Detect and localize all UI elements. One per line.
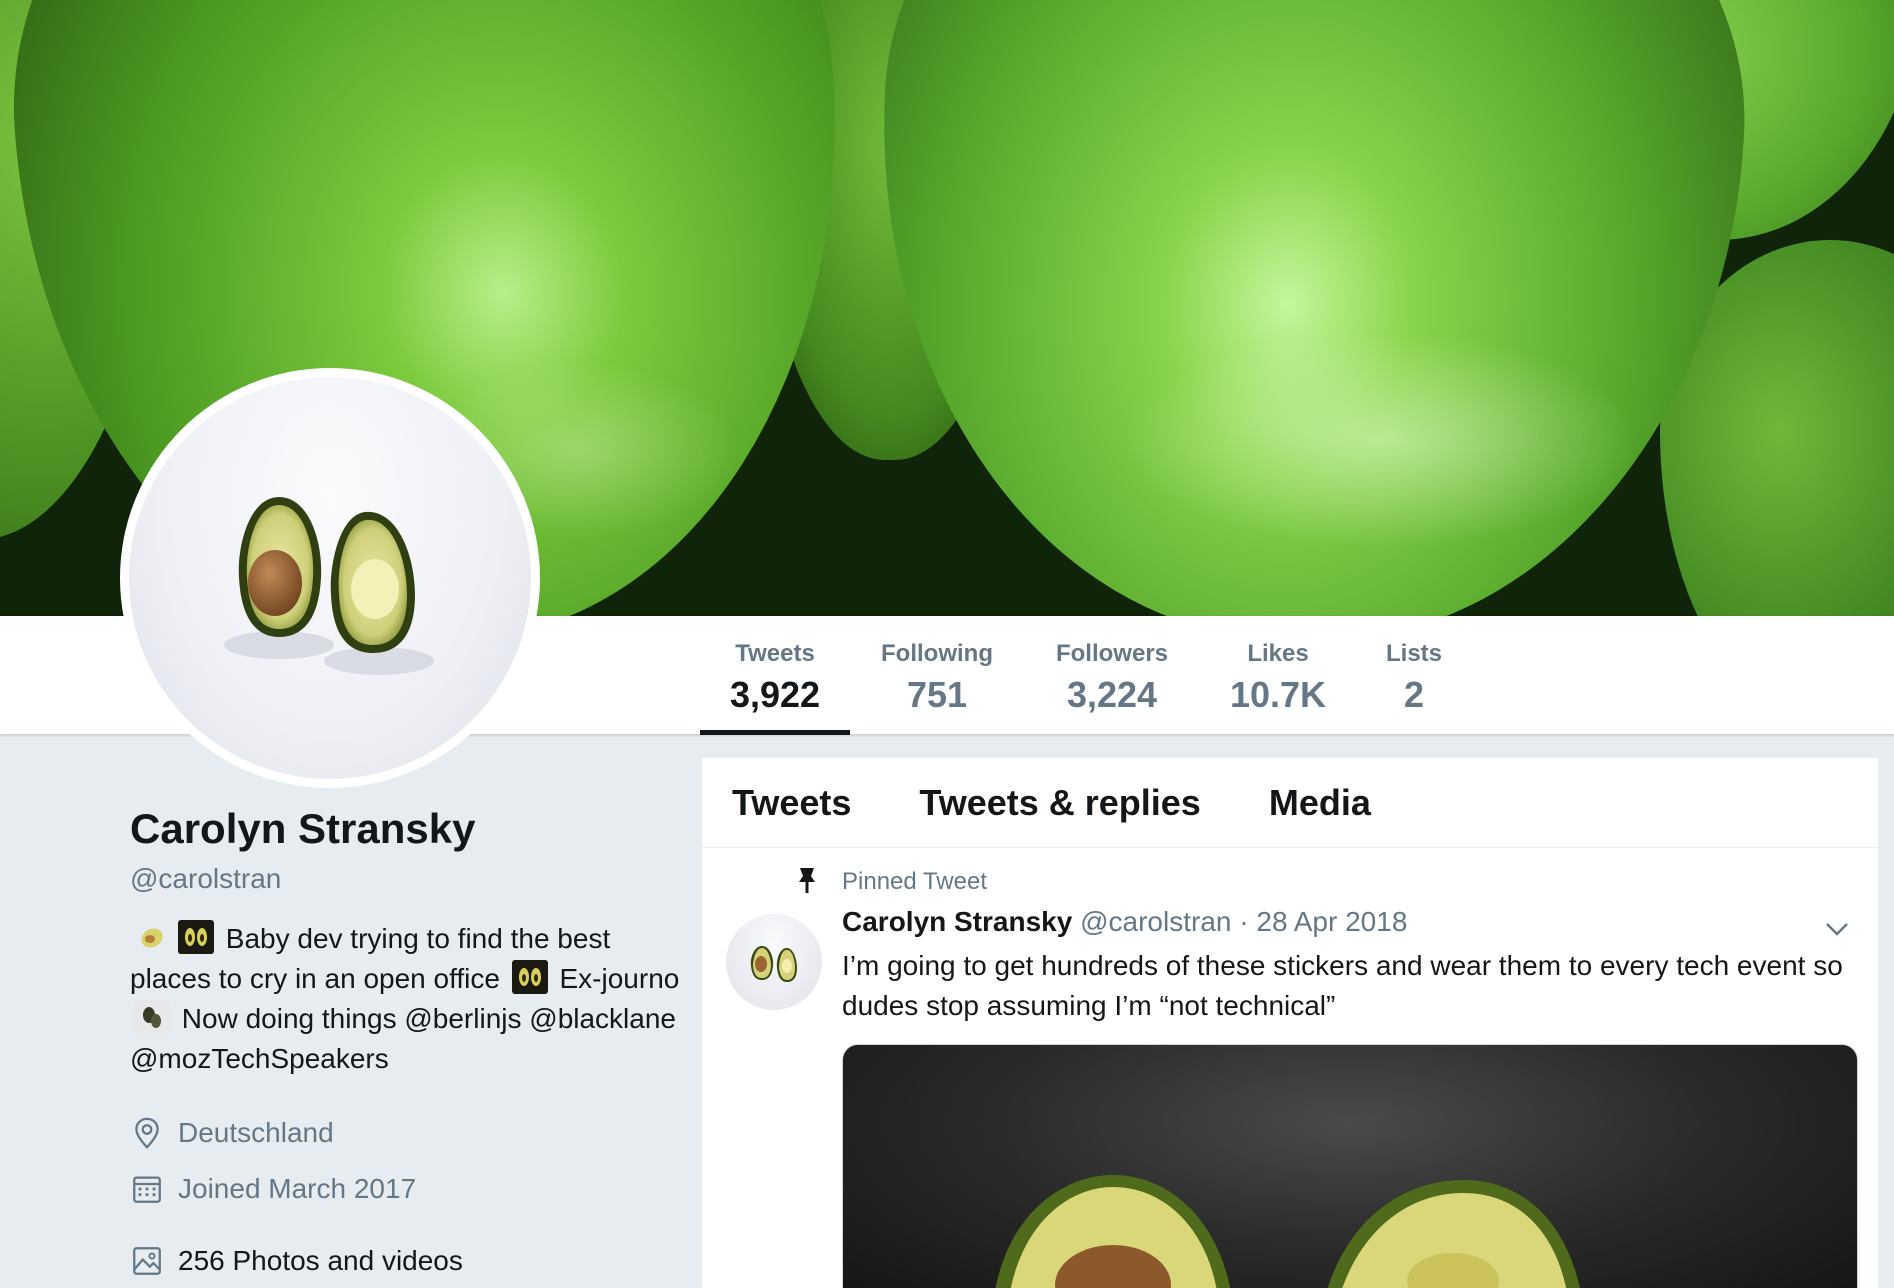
pin-icon [799, 868, 815, 893]
profile-meta: Deutschland Joined March 2017 256 Photos… [130, 1105, 690, 1288]
stat-lists[interactable]: Lists 2 [1376, 640, 1452, 716]
active-stat-indicator [700, 730, 850, 735]
stat-likes-value: 10.7K [1229, 674, 1327, 715]
tweet-header: Carolyn Stransky @carolstran · 28 Apr 20… [842, 906, 1407, 938]
eyes-emoji-icon [511, 960, 548, 994]
tweet-date[interactable]: 28 Apr 2018 [1256, 906, 1407, 937]
profile-bio: Baby dev trying to find the best places … [130, 919, 690, 1079]
tweet-author-avatar[interactable] [726, 914, 822, 1010]
eyes-emoji-icon [178, 920, 214, 954]
avocado-emoji-icon [134, 920, 170, 954]
chevron-down-icon[interactable] [1822, 914, 1852, 944]
tweet-media-image[interactable] [842, 1044, 1858, 1288]
tweet-author-handle[interactable]: @carolstran [1080, 906, 1231, 937]
image-icon [133, 1247, 161, 1275]
joined-text: Joined March 2017 [178, 1173, 417, 1204]
calendar-icon [133, 1176, 161, 1203]
stat-lists-label: Lists [1385, 640, 1442, 667]
timeline-tabs: Tweets Tweets & replies Media [702, 758, 1878, 848]
bio-text-3: Now doing things @berlinjs @blacklane @m… [130, 1003, 676, 1074]
avocado-photo-emoji-icon [134, 1000, 170, 1034]
profile-handle[interactable]: @carolstran [130, 863, 690, 895]
joined-row: Joined March 2017 [130, 1161, 690, 1217]
avocado-halves-image [224, 497, 434, 675]
stat-tweets-value: 3,922 [729, 674, 821, 715]
profile-name: Carolyn Stransky [130, 805, 476, 852]
tab-tweets-and-replies[interactable]: Tweets & replies [919, 782, 1200, 824]
avocado-avatar-image [750, 946, 797, 982]
photos-videos-link[interactable]: 256 Photos and videos [130, 1233, 690, 1288]
stat-likes[interactable]: Likes 10.7K [1220, 640, 1336, 716]
stat-following-value: 751 [906, 674, 968, 715]
stat-followers-label: Followers [1055, 640, 1169, 667]
tab-media[interactable]: Media [1269, 782, 1371, 824]
stat-following-label: Following [881, 640, 993, 667]
location-pin-icon [135, 1117, 159, 1149]
stat-lists-value: 2 [1403, 674, 1425, 715]
tweet-separator: · [1239, 906, 1249, 937]
tweet-author-name[interactable]: Carolyn Stransky [842, 906, 1072, 937]
stat-followers[interactable]: Followers 3,224 [1044, 640, 1180, 716]
stat-tweets[interactable]: Tweets 3,922 [700, 640, 850, 716]
profile-card: Carolyn Stransky @carolstran Baby dev tr… [130, 805, 690, 1288]
tab-tweets[interactable]: Tweets [732, 782, 851, 824]
photos-videos-text: 256 Photos and videos [178, 1245, 463, 1276]
stat-following[interactable]: Following 751 [870, 640, 1004, 716]
tweet-text: I’m going to get hundreds of these stick… [842, 950, 1843, 1021]
stat-followers-value: 3,224 [1066, 674, 1158, 715]
stat-tweets-label: Tweets [735, 640, 815, 667]
stat-likes-label: Likes [1247, 640, 1309, 667]
bio-text-2: Ex-journo [559, 963, 680, 994]
pinned-tweet-label: Pinned Tweet [842, 868, 987, 895]
avocado-photo [995, 1175, 1580, 1288]
timeline: Tweets Tweets & replies Media Pinned Twe… [702, 758, 1878, 1288]
location-row: Deutschland [130, 1105, 690, 1161]
location-text: Deutschland [178, 1117, 334, 1148]
profile-avatar[interactable] [120, 368, 540, 788]
